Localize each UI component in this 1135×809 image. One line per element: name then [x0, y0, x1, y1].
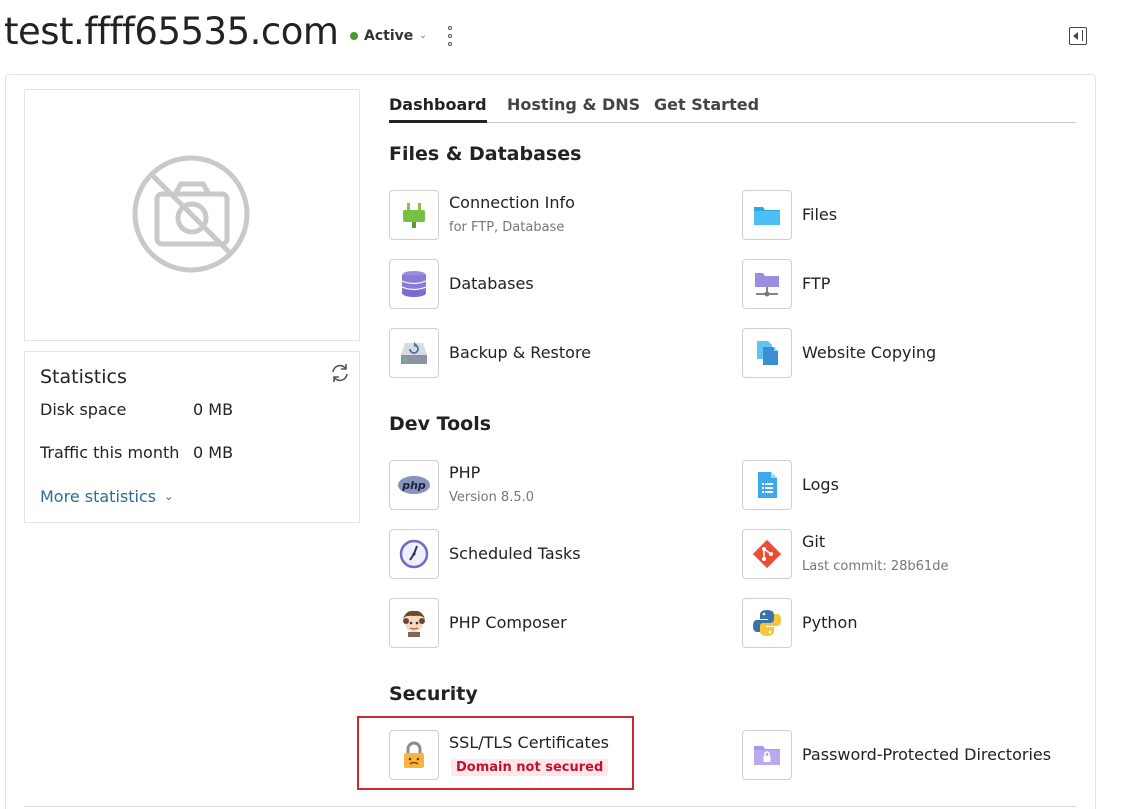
clock-icon	[389, 529, 439, 579]
python-item[interactable]: Python	[742, 598, 942, 648]
section-dev-tools-title: Dev Tools	[389, 413, 492, 435]
statistics-title: Statistics	[40, 366, 127, 388]
disk-space-row: Disk space 0 MB	[40, 400, 233, 419]
python-icon	[742, 598, 792, 648]
connection-info-sub: for FTP, Database	[449, 220, 565, 235]
section-files-databases-title: Files & Databases	[389, 143, 582, 165]
tab-dashboard[interactable]: Dashboard	[389, 95, 487, 123]
php-item[interactable]: php PHP Version 8.5.0	[389, 460, 689, 510]
files-label: Files	[802, 205, 838, 224]
site-preview	[24, 89, 360, 341]
logs-icon	[742, 460, 792, 510]
chevron-down-icon: ⌄	[164, 490, 174, 503]
status-dot-icon	[350, 32, 358, 40]
traffic-row: Traffic this month 0 MB	[40, 443, 233, 462]
status-label: Active	[364, 28, 414, 44]
more-statistics-label: More statistics	[40, 487, 157, 506]
locked-folder-icon	[742, 730, 792, 780]
php-icon: php	[389, 460, 439, 510]
password-protected-directories-item[interactable]: Password-Protected Directories	[742, 730, 1062, 780]
plug-icon	[389, 190, 439, 240]
composer-icon	[389, 598, 439, 648]
backup-restore-item[interactable]: Backup & Restore	[389, 328, 689, 378]
status-dropdown[interactable]: Active ⌄	[350, 28, 427, 44]
php-composer-item[interactable]: PHP Composer	[389, 598, 689, 648]
refresh-icon[interactable]	[329, 362, 351, 384]
scheduled-tasks-item[interactable]: Scheduled Tasks	[389, 529, 689, 579]
collapse-panel-icon[interactable]	[1069, 27, 1087, 45]
top-bar: test.ffff65535.com Active ⌄	[0, 0, 1135, 72]
chevron-down-icon: ⌄	[419, 31, 427, 41]
disk-space-label: Disk space	[40, 400, 127, 419]
website-copying-label: Website Copying	[802, 343, 937, 362]
more-statistics-link[interactable]: More statistics ⌄	[40, 487, 173, 506]
git-last-commit: Last commit: 28b61de	[802, 559, 949, 574]
statistics-panel: Statistics Disk space 0 MB Traffic this …	[24, 351, 360, 523]
disk-space-value: 0 MB	[193, 400, 234, 419]
database-icon	[389, 259, 439, 309]
python-label: Python	[802, 613, 858, 632]
tab-hosting-dns[interactable]: Hosting & DNS	[507, 95, 640, 114]
page-title: test.ffff65535.com	[4, 10, 339, 53]
php-composer-label: PHP Composer	[449, 613, 567, 632]
databases-item[interactable]: Databases	[389, 259, 689, 309]
tab-bar: Dashboard Hosting & DNS Get Started	[389, 93, 1076, 123]
ssl-highlight-frame	[357, 716, 634, 790]
ftp-icon	[742, 259, 792, 309]
divider	[24, 806, 1076, 807]
git-icon	[742, 529, 792, 579]
ftp-item[interactable]: FTP	[742, 259, 942, 309]
folder-icon	[742, 190, 792, 240]
website-copying-item[interactable]: Website Copying	[742, 328, 1002, 378]
php-label: PHP	[449, 463, 481, 482]
backup-restore-label: Backup & Restore	[449, 343, 592, 362]
git-label: Git	[802, 532, 826, 551]
no-preview-camera-icon	[132, 155, 250, 273]
traffic-label: Traffic this month	[40, 443, 180, 462]
backup-icon	[389, 328, 439, 378]
ftp-label: FTP	[802, 274, 831, 293]
git-item[interactable]: Git Last commit: 28b61de	[742, 529, 1002, 579]
section-security-title: Security	[389, 683, 478, 705]
password-protected-directories-label: Password-Protected Directories	[802, 745, 1052, 764]
files-item[interactable]: Files	[742, 190, 942, 240]
scheduled-tasks-label: Scheduled Tasks	[449, 544, 581, 563]
logs-item[interactable]: Logs	[742, 460, 942, 510]
svg-text:php: php	[401, 479, 426, 492]
copy-icon	[742, 328, 792, 378]
tab-get-started[interactable]: Get Started	[654, 95, 759, 114]
connection-info-label: Connection Info	[449, 193, 575, 212]
logs-label: Logs	[802, 475, 839, 494]
php-version: Version 8.5.0	[449, 490, 535, 505]
more-actions-icon[interactable]	[444, 26, 456, 46]
databases-label: Databases	[449, 274, 534, 293]
traffic-value: 0 MB	[193, 443, 234, 462]
connection-info-item[interactable]: Connection Info for FTP, Database	[389, 190, 689, 240]
